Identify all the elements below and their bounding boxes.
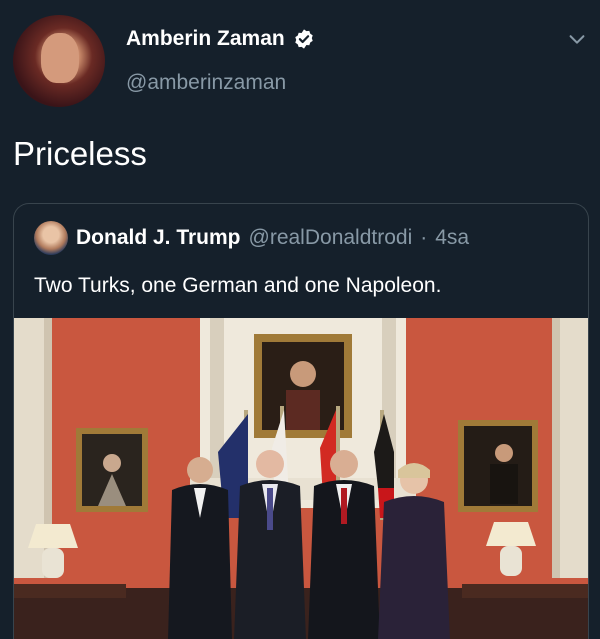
tweet-text: Priceless — [13, 135, 147, 172]
quoted-tweet[interactable]: Donald J. Trump @realDonaldtrodi · 4sa T… — [13, 203, 589, 639]
quoted-tweet-photo[interactable] — [14, 318, 588, 639]
quoted-timestamp: 4sa — [435, 226, 470, 249]
quoted-tweet-header: Donald J. Trump @realDonaldtrodi · 4sa — [34, 221, 469, 255]
quoted-tweet-text: Two Turks, one German and one Napoleon. — [34, 274, 442, 297]
quoted-author-avatar — [34, 221, 68, 255]
quoted-author-handle: @realDonaldtrodi — [248, 226, 413, 249]
author-handle[interactable]: @amberinzaman — [126, 71, 286, 95]
photo-illustration — [14, 318, 588, 639]
verified-icon — [293, 28, 315, 50]
quoted-separator: · — [420, 226, 428, 249]
chevron-down-icon[interactable] — [566, 28, 588, 50]
quoted-author-name: Donald J. Trump — [76, 226, 241, 249]
author-name[interactable]: Amberin Zaman — [126, 27, 285, 51]
tweet-author-row: Amberin Zaman — [126, 27, 315, 51]
avatar[interactable] — [13, 15, 105, 107]
